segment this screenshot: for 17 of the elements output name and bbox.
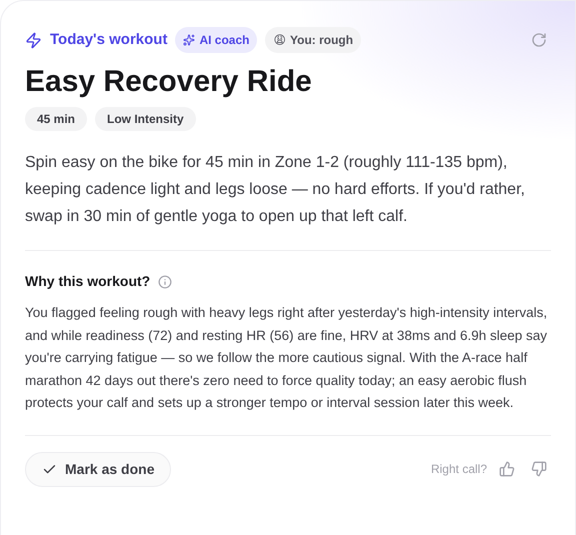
why-heading: Why this workout?	[25, 272, 150, 291]
thumbs-down-button[interactable]	[531, 461, 547, 477]
info-icon	[158, 274, 172, 288]
ai-coach-badge: AI coach	[175, 27, 258, 53]
sparkles-icon	[183, 34, 196, 46]
why-explanation: You flagged feeling rough with heavy legs right after yesterday's high-intensity intervals, and while readiness (72) and resting HR (56) are fine, HRV at 38ms and 6.9h sleep say you're carrying fatigue — so we follow the more cautious signal. With the A-race half marathon 42 days out there's zero need to force quality today; an easy aerobic flush protects your calf and sets up a stronger tempo or interval session later this week.	[25, 304, 548, 412]
lightning-icon	[25, 32, 42, 48]
thumbs-up-button[interactable]	[499, 461, 515, 477]
refresh-button[interactable]	[531, 32, 547, 48]
tag: Low Intensity	[95, 107, 196, 131]
mood-badge: 😩 You: rough	[265, 27, 362, 53]
workout-title: Easy Recovery Ride	[25, 64, 313, 100]
workout-description: Spin easy on the bike for 45 min in Zone 1-2 (roughly 111-135 bpm), keeping cadence light and legs loose — no hard efforts. If you'd rather, swap in 30 min of gentle yoga to open up that left calf.	[25, 153, 526, 227]
section-label: Today's workout	[50, 30, 168, 50]
tag: 45 min	[25, 107, 88, 131]
mark-done-button[interactable]: Mark as done	[25, 452, 172, 486]
feedback-label: Right call?	[430, 461, 487, 478]
